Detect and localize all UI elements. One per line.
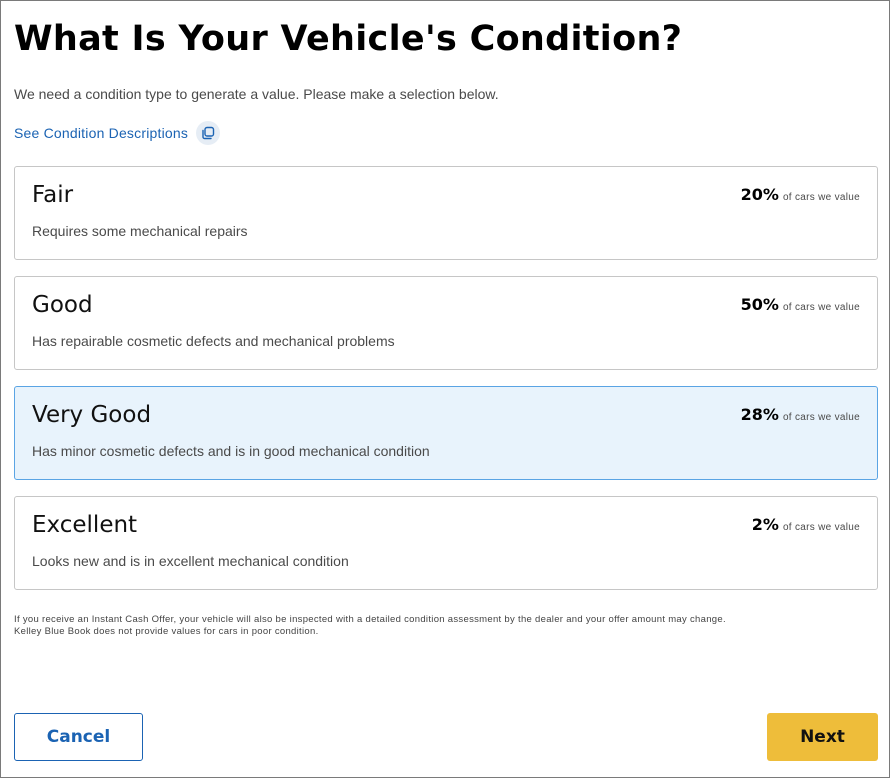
cancel-button[interactable]: Cancel (14, 713, 143, 761)
condition-option-fair[interactable]: Fair 20% of cars we value Requires some … (14, 166, 878, 260)
condition-option-very-good[interactable]: Very Good 28% of cars we value Has minor… (14, 386, 878, 480)
condition-stat: 50% of cars we value (741, 295, 860, 314)
see-condition-descriptions-link[interactable]: See Condition Descriptions (14, 121, 221, 145)
condition-title: Good (32, 292, 93, 318)
condition-description: Has repairable cosmetic defects and mech… (32, 333, 395, 349)
condition-percent: 2% (751, 515, 779, 534)
condition-option-good[interactable]: Good 50% of cars we value Has repairable… (14, 276, 878, 370)
condition-percent: 50% (740, 295, 779, 314)
condition-title: Very Good (32, 402, 152, 428)
condition-percent-suffix: of cars we value (782, 192, 860, 203)
page-title: What Is Your Vehicle's Condition? (14, 19, 683, 59)
condition-percent: 20% (740, 185, 779, 204)
condition-percent-suffix: of cars we value (782, 302, 860, 313)
disclaimer: If you receive an Instant Cash Offer, yo… (14, 614, 878, 638)
next-button[interactable]: Next (767, 713, 878, 761)
condition-description: Looks new and is in excellent mechanical… (32, 553, 349, 569)
condition-option-excellent[interactable]: Excellent 2% of cars we value Looks new … (14, 496, 878, 590)
condition-percent: 28% (740, 405, 779, 424)
condition-stat: 2% of cars we value (752, 515, 860, 534)
condition-stat: 28% of cars we value (741, 405, 860, 424)
condition-dialog: What Is Your Vehicle's Condition? We nee… (0, 0, 890, 778)
disclaimer-line: Kelley Blue Book does not provide values… (14, 626, 319, 637)
condition-description: Requires some mechanical repairs (32, 223, 248, 239)
condition-options: Fair 20% of cars we value Requires some … (14, 166, 878, 606)
condition-description: Has minor cosmetic defects and is in goo… (32, 443, 430, 459)
condition-title: Fair (32, 182, 74, 208)
condition-percent-suffix: of cars we value (782, 522, 860, 533)
condition-title: Excellent (32, 512, 138, 538)
disclaimer-line: If you receive an Instant Cash Offer, yo… (14, 614, 726, 625)
condition-percent-suffix: of cars we value (782, 412, 860, 423)
copy-icon[interactable] (196, 121, 221, 145)
see-condition-descriptions-label[interactable]: See Condition Descriptions (14, 125, 188, 141)
page-subtitle: We need a condition type to generate a v… (14, 86, 499, 102)
condition-stat: 20% of cars we value (741, 185, 860, 204)
